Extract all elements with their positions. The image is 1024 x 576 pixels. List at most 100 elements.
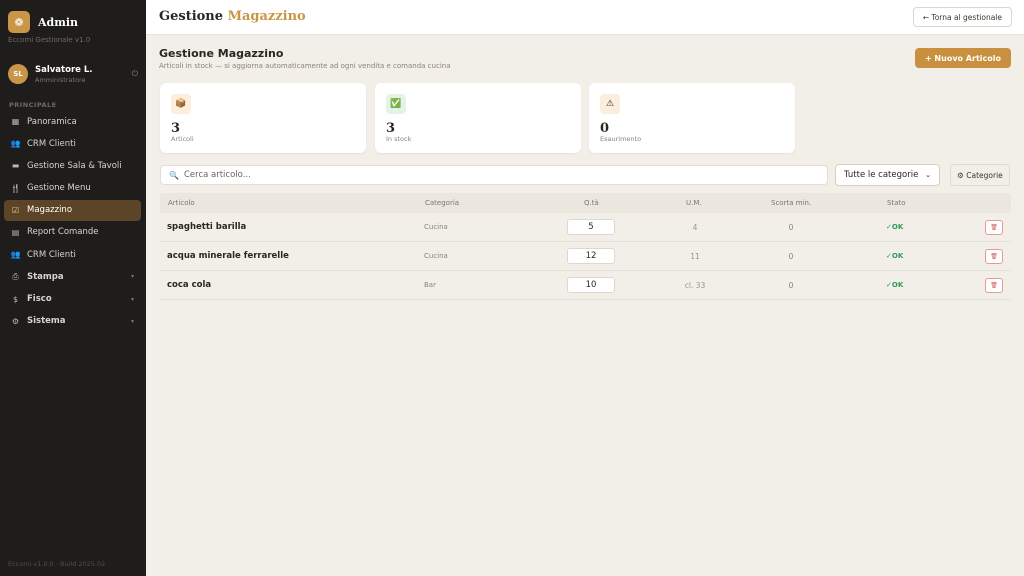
sidebar-item-label: CRM Clienti (27, 138, 76, 149)
gear-icon: ⚙ (11, 316, 20, 326)
section-subheading: Articoli in stock — si aggiorna automati… (159, 62, 451, 70)
min-stock: 0 (788, 222, 794, 232)
quantity-input[interactable]: 5 (567, 219, 615, 235)
stat-card-esaurimento: ⚠ 0 Esaurimento (589, 83, 795, 153)
section-label: PRINCIPALE (9, 101, 57, 109)
sidebar-item-label: Sistema (27, 316, 66, 327)
sidebar-item-fisco[interactable]: $ Fisco ▾ (4, 289, 141, 310)
category-select[interactable]: Tutte le categorie ⌄ (835, 164, 940, 186)
col-stato[interactable]: Stato (887, 199, 906, 207)
stock-table: Articolo Categoria Q.tà U.M. Scorta min.… (160, 193, 1011, 300)
sidebar-item-crm-clienti[interactable]: 👥 CRM Clienti (4, 244, 141, 265)
check-icon: ✅ (386, 94, 406, 114)
user-role: Amministratore (35, 75, 86, 84)
sidebar-item-label: Fisco (27, 294, 52, 304)
sidebar-item-stampa[interactable]: ⎙ Stampa ▾ (4, 266, 141, 287)
report-icon: ▤ (11, 227, 20, 237)
dollar-icon: $ (12, 294, 19, 304)
table-row: acqua minerale ferrarelle Cucina 12 11 0 ✓OK 🗑 (160, 242, 1011, 271)
new-article-button[interactable]: + Nuovo Articolo (914, 48, 1011, 68)
table-row: coca cola Bar 10 cl. 33 0 ✓OK 🗑 (160, 271, 1011, 300)
col-um[interactable]: U.M. (686, 199, 702, 207)
article-category: Cucina (424, 252, 448, 260)
unit-of-measure: 11 (690, 251, 700, 261)
brand-subtitle: Eccomi Gestionale v1.0 (8, 36, 91, 44)
table-row: spaghetti barilla Cucina 5 4 0 ✓OK 🗑 (160, 213, 1011, 242)
stat-label: Esaurimento (600, 135, 642, 143)
col-qta[interactable]: Q.tà (584, 199, 599, 207)
category-select-value: Tutte le categorie (844, 170, 919, 180)
topbar: Gestione Magazzino ← Torna al gestionale (146, 0, 1024, 35)
article-category: Cucina (424, 223, 448, 231)
chevron-down-icon: ▾ (130, 273, 134, 281)
sidebar-item-crm-clienti[interactable]: 👥 CRM Clienti (4, 133, 141, 154)
stat-value: 0 (600, 121, 610, 136)
col-articolo[interactable]: Articolo (168, 199, 195, 207)
search-bar[interactable]: 🔍 (160, 165, 828, 185)
back-button[interactable]: ← Torna al gestionale (912, 7, 1012, 27)
sidebar-item-label: CRM Clienti (27, 249, 76, 260)
trash-icon: 🗑 (990, 223, 998, 231)
article-name: coca cola (167, 280, 212, 290)
brand-title: Admin (38, 15, 79, 29)
status-badge: ✓OK (886, 223, 904, 231)
delete-button[interactable]: 🗑 (985, 248, 1003, 264)
main-content: Gestione Magazzino Articoli in stock — s… (146, 35, 1024, 576)
status-badge: ✓OK (886, 252, 904, 260)
users-icon: 👥 (10, 139, 21, 149)
article-category: Bar (424, 281, 436, 289)
printer-icon: ⎙ (12, 271, 19, 281)
quantity-input[interactable]: 12 (567, 248, 615, 264)
stat-label: Articoli (171, 135, 194, 143)
warehouse-icon: ☑ (11, 205, 20, 215)
stat-card-articoli: 📦 3 Articoli (160, 83, 366, 153)
min-stock: 0 (788, 280, 794, 290)
user-panel: SL Salvatore L. Amministratore ⏻ (8, 64, 138, 84)
sidebar-item-gestione-menu[interactable]: 🍴 Gestione Menu (4, 178, 141, 199)
sidebar-item-gestione-sala-tavoli[interactable]: ▬ Gestione Sala & Tavoli (4, 155, 141, 176)
stat-value: 3 (386, 121, 396, 136)
col-scorta[interactable]: Scorta min. (771, 199, 811, 207)
section-heading: Gestione Magazzino (159, 47, 284, 60)
delete-button[interactable]: 🗑 (985, 219, 1003, 235)
sidebar-item-magazzino[interactable]: ☑ Magazzino (4, 199, 141, 221)
table-icon: ▬ (11, 161, 20, 171)
page-title: Gestione Magazzino (159, 9, 306, 24)
categories-button[interactable]: ⚙ Categorie (950, 164, 1010, 186)
stat-label: In stock (386, 135, 412, 143)
warning-icon: ⚠ (600, 94, 620, 114)
quantity-input[interactable]: 10 (567, 277, 615, 293)
search-input[interactable] (183, 170, 819, 180)
logout-icon[interactable]: ⏻ (132, 69, 138, 79)
sidebar-item-panoramica[interactable]: ▦ Panoramica (4, 111, 141, 132)
users-icon: 👥 (10, 250, 21, 260)
unit-of-measure: 4 (692, 222, 698, 232)
sidebar: ❁ Admin Eccomi Gestionale v1.0 SL Salvat… (0, 0, 146, 576)
unit-of-measure: cl. 33 (684, 280, 706, 290)
chevron-down-icon: ▾ (130, 295, 134, 303)
version-footer: Eccomi v1.0.0 · Build 2025.02 (8, 560, 106, 568)
sidebar-item-label: Magazzino (27, 205, 73, 216)
sidebar-nav: ▦ Panoramica 👥 CRM Clienti ▬ Gestione Sala & … (4, 111, 141, 333)
chevron-down-icon: ▾ (130, 317, 134, 325)
user-name: Salvatore L. (35, 64, 93, 75)
search-icon: 🔍 (169, 170, 179, 180)
trash-icon: 🗑 (990, 252, 998, 260)
box-icon: 📦 (171, 94, 191, 114)
sidebar-item-label: Gestione Sala & Tavoli (27, 160, 122, 171)
sidebar-item-label: Panoramica (27, 116, 77, 127)
stat-value: 3 (171, 121, 181, 136)
col-categoria[interactable]: Categoria (425, 199, 459, 207)
min-stock: 0 (788, 251, 794, 261)
sidebar-item-report-comande[interactable]: ▤ Report Comande (4, 222, 141, 243)
brand[interactable]: ❁ Admin (8, 11, 78, 33)
delete-button[interactable]: 🗑 (985, 277, 1003, 293)
sidebar-item-sistema[interactable]: ⚙ Sistema ▾ (4, 311, 141, 332)
article-name: acqua minerale ferrarelle (167, 251, 289, 261)
article-name: spaghetti barilla (167, 222, 247, 232)
dashboard-icon: ▦ (11, 117, 20, 126)
logo-icon: ❁ (8, 11, 30, 33)
table-header: Articolo Categoria Q.tà U.M. Scorta min.… (160, 193, 1011, 213)
chevron-down-icon: ⌄ (925, 171, 931, 179)
stat-card-in-stock: ✅ 3 In stock (375, 83, 581, 153)
